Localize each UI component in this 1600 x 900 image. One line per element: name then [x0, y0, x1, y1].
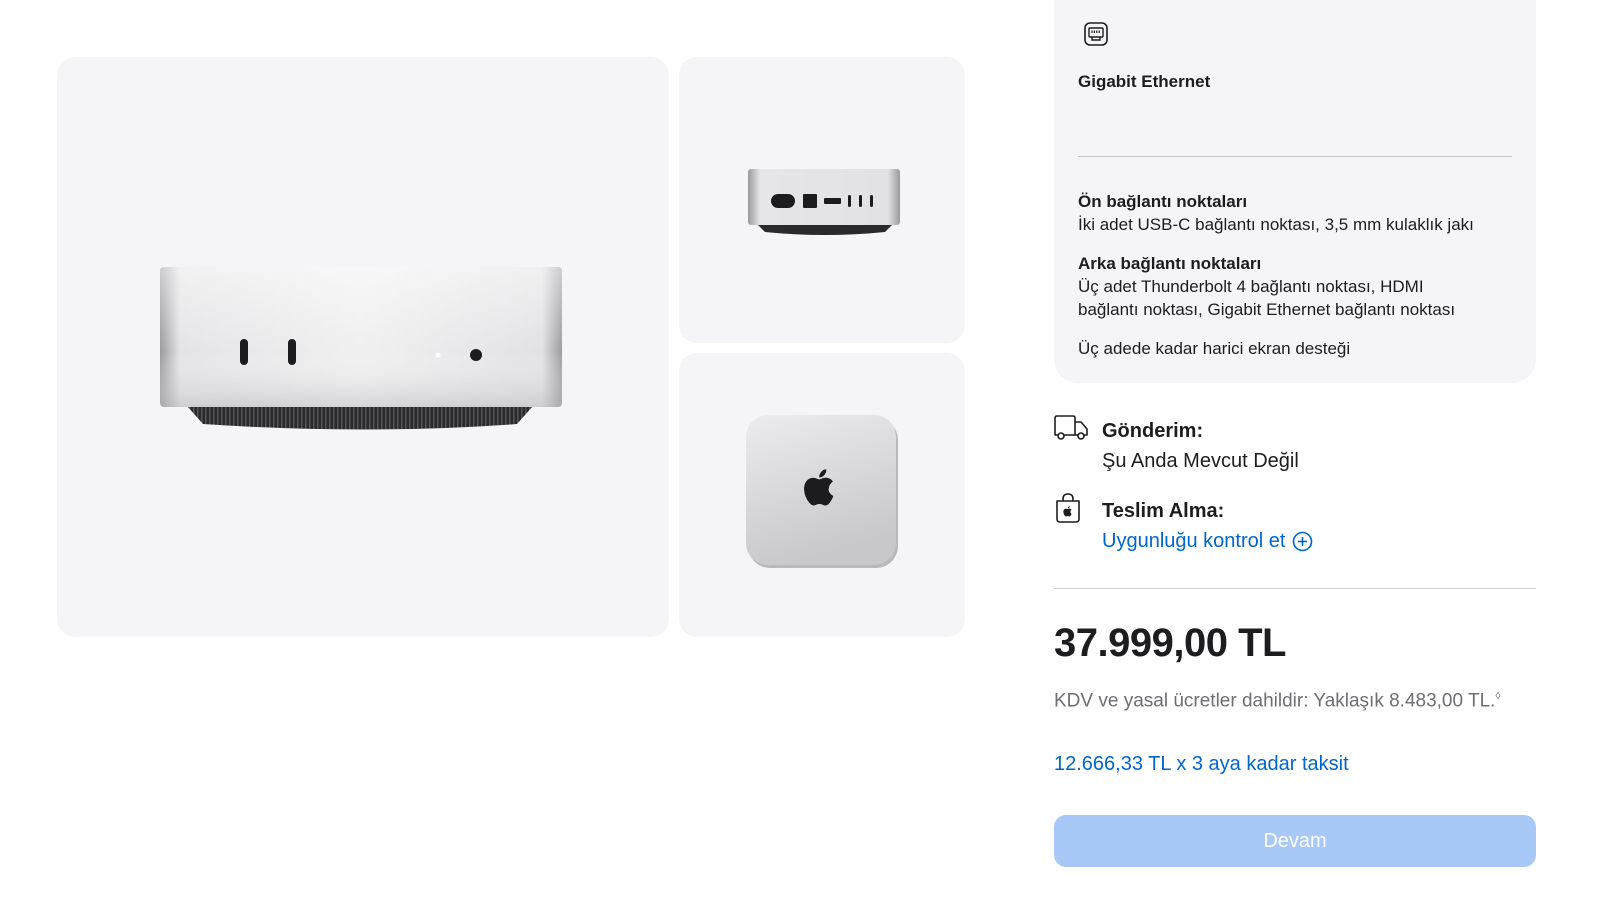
back-ports-text-line2: bağlantı noktası, Gigabit Ethernet bağla… — [1078, 300, 1456, 319]
display-support-text: Üç adede kadar harici ekran desteği — [1078, 339, 1351, 358]
ethernet-port-icon — [1084, 22, 1108, 46]
pickup-label: Teslim Alma: — [1102, 500, 1225, 522]
spec-divider — [1078, 156, 1512, 157]
tax-footnote-marker[interactable]: ◊ — [1495, 691, 1500, 702]
check-availability-label: Uygunluğu kontrol et — [1102, 530, 1286, 552]
check-availability-link[interactable]: Uygunluğu kontrol et — [1102, 528, 1313, 554]
shipping-status: Şu Anda Mevcut Değil — [1102, 450, 1299, 472]
tax-note-text: KDV ve yasal ücretler dahildir: Yaklaşık… — [1054, 690, 1496, 712]
delivery-truck-icon — [1054, 415, 1088, 440]
back-ports-text-line1: Üç adet Thunderbolt 4 bağlantı noktası, … — [1078, 277, 1424, 296]
front-ports-title: Ön bağlantı noktaları — [1078, 192, 1248, 211]
mac-mini-front-illustration — [160, 267, 562, 430]
product-price: 37.999,00 TL — [1054, 621, 1286, 665]
installment-link[interactable]: 12.666,33 TL x 3 aya kadar taksit — [1054, 751, 1349, 777]
continue-button[interactable]: Devam — [1054, 815, 1536, 867]
shopping-bag-icon — [1056, 493, 1080, 523]
product-image-back[interactable] — [679, 57, 965, 343]
mac-mini-top-illustration — [746, 415, 898, 568]
plus-circle-icon — [1293, 531, 1313, 551]
tax-note: KDV ve yasal ücretler dahildir: Yaklaşık… — [1054, 684, 1536, 714]
mac-mini-back-illustration — [748, 169, 900, 235]
ethernet-label: Gigabit Ethernet — [1078, 72, 1211, 91]
product-image-front[interactable] — [57, 57, 669, 637]
shipping-label: Gönderim: — [1102, 420, 1204, 442]
front-ports-text: İki adet USB-C bağlantı noktası, 3,5 mm … — [1078, 215, 1474, 234]
product-image-top[interactable] — [679, 353, 965, 637]
back-ports-title: Arka bağlantı noktaları — [1078, 254, 1262, 273]
section-divider — [1054, 588, 1536, 589]
